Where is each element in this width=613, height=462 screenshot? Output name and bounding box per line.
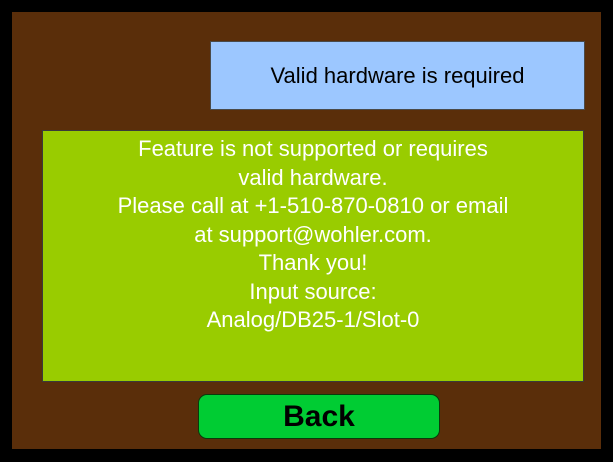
input-source-value: Analog/DB25-1/Slot-0 [206, 307, 420, 332]
message-line: Feature is not supported or requires [138, 136, 488, 161]
back-button[interactable]: Back [198, 394, 440, 439]
message-line: valid hardware. [238, 164, 388, 190]
message-line: Thank you! [258, 250, 368, 275]
page-title: Valid hardware is required [270, 62, 525, 88]
message-panel: Feature is not supported or requires val… [42, 130, 584, 382]
message-line: Please call at +1-510-870-0810 or email [117, 193, 509, 218]
message-line: Input source: [249, 278, 377, 304]
header-title-box: Valid hardware is required [210, 41, 585, 110]
message-line: at support@wohler.com. [194, 221, 432, 247]
device-screen: Valid hardware is required Feature is no… [12, 12, 601, 449]
